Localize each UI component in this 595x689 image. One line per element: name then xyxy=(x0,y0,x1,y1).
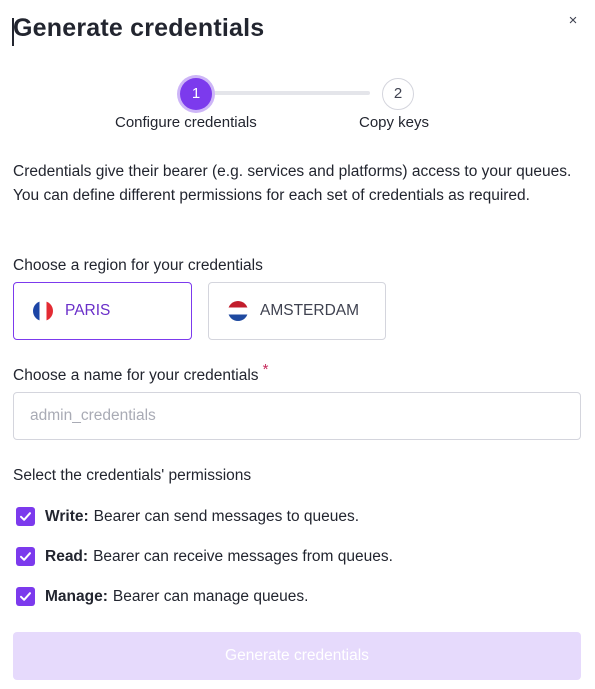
permission-description: Bearer can receive messages from queues. xyxy=(93,547,393,565)
netherlands-flag-icon xyxy=(228,301,248,321)
permission-description: Bearer can manage queues. xyxy=(112,587,309,605)
credentials-name-input[interactable] xyxy=(13,392,581,440)
checkmark-icon xyxy=(20,512,31,521)
region-option-label: PARIS xyxy=(65,302,111,319)
permission-name: Manage: xyxy=(45,587,108,605)
name-section-label: Choose a name for your credentials * xyxy=(13,361,268,385)
permission-name: Read: xyxy=(45,547,89,565)
checkmark-icon xyxy=(20,592,31,601)
region-option-paris[interactable]: PARIS xyxy=(13,282,192,340)
name-field-label: Choose a name for your credentials xyxy=(13,367,259,384)
dialog-description: Credentials give their bearer (e.g. serv… xyxy=(13,163,572,204)
dialog-title: Generate credentials xyxy=(13,14,265,42)
manage-checkbox[interactable] xyxy=(16,587,35,606)
permission-manage[interactable]: Manage: Bearer can manage queues. xyxy=(16,587,308,606)
step-2-label: Copy keys xyxy=(359,114,430,131)
generate-credentials-button[interactable]: Generate credentials xyxy=(13,632,581,680)
permission-write[interactable]: Write: Bearer can send messages to queue… xyxy=(16,507,359,526)
permission-name: Write: xyxy=(45,507,89,525)
region-option-label: AMSTERDAM xyxy=(260,302,360,319)
step-1-label: Configure credentials xyxy=(115,114,257,131)
close-icon: × xyxy=(568,12,578,29)
checkmark-icon xyxy=(20,552,31,561)
required-marker: * xyxy=(262,361,269,378)
stepper-progress-line xyxy=(212,91,370,95)
permission-read[interactable]: Read: Bearer can receive messages from q… xyxy=(16,547,393,566)
france-flag-icon xyxy=(33,301,53,321)
permission-description: Bearer can send messages to queues. xyxy=(93,507,360,525)
permissions-section-label: Select the credentials' permissions xyxy=(13,467,252,484)
write-checkbox[interactable] xyxy=(16,507,35,526)
read-checkbox[interactable] xyxy=(16,547,35,566)
region-section-label: Choose a region for your credentials xyxy=(13,257,263,274)
region-option-amsterdam[interactable]: AMSTERDAM xyxy=(208,282,386,340)
step-1-indicator: 1 xyxy=(180,78,212,110)
close-button[interactable]: × xyxy=(562,10,584,32)
step-2-indicator: 2 xyxy=(382,78,414,110)
